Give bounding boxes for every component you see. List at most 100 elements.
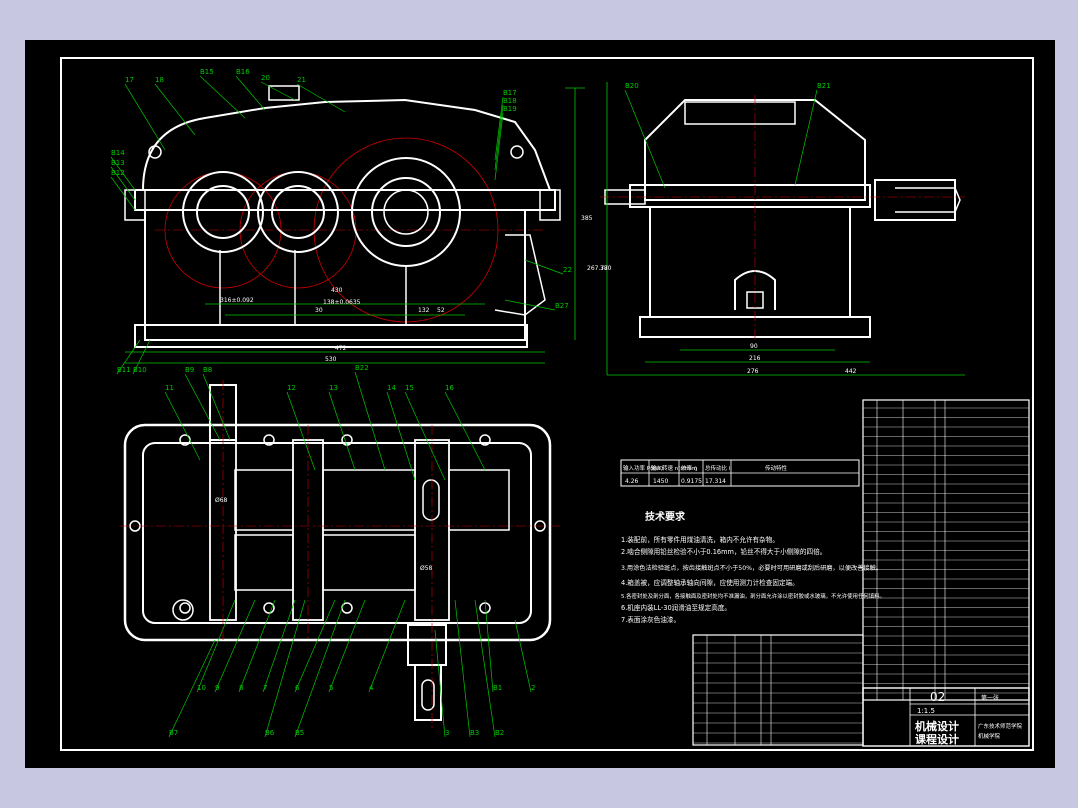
drawing-scale: 1:1.5 [917, 707, 935, 715]
top-label-16: B5 [295, 729, 304, 737]
front-label-9: B14 [111, 149, 125, 157]
top-label-18: 4 [369, 684, 374, 692]
side-view [600, 82, 965, 376]
front-dim-2: 138±0.0635 [323, 299, 361, 306]
front-label-14: 22 [563, 266, 572, 274]
school-sub: 机械学院 [978, 732, 1001, 740]
top-label-0: 11 [165, 384, 174, 392]
title-block: 02 1:1.5 第一张 机械设计 课程设计 广东技术师范学院 机械学院 [862, 687, 1030, 747]
top-label-3: 12 [287, 384, 296, 392]
top-label-13: 7 [263, 684, 267, 692]
top-label-21: B2 [495, 729, 504, 737]
top-dim-0: Ø58 [420, 565, 433, 572]
tech-req-5: 5.各密封处及剖分面，各接触面及密封处均不准漏油，剖分面允许涂以密封胶或水玻璃，… [621, 592, 885, 600]
front-label-11: B12 [111, 169, 125, 177]
side-dim-0: 90 [750, 343, 758, 350]
parts-list-right [862, 399, 1030, 701]
front-dim-7: 530 [325, 356, 337, 363]
tech-req-6: 6.机座内装LL-30润滑油至规定高度。 [621, 603, 731, 612]
side-label-0: B20 [625, 82, 639, 90]
top-label-23-leader [514, 619, 532, 693]
side-dim-3: 442 [845, 368, 857, 375]
top-label-21-leader [474, 599, 496, 738]
front-label-0: 17 [125, 76, 134, 84]
front-label-10: B13 [111, 159, 125, 167]
front-dim-4: 30 [315, 307, 323, 314]
top-label-12: 8 [239, 684, 243, 692]
top-dim-1: Ø68 [215, 497, 228, 504]
tech-req-2: 2.啮合侧隙用铅丝检验不小于0.16mm，铅丝不得大于小侧隙的四倍。 [621, 547, 826, 556]
top-label-2: B8 [203, 366, 212, 374]
top-label-1-leader [184, 373, 221, 441]
front-label-6-leader [494, 96, 504, 161]
top-label-9-leader [196, 599, 236, 693]
top-label-6: 14 [387, 384, 396, 392]
top-label-1: B9 [185, 366, 194, 374]
param-value-3: 0.9175 [681, 478, 702, 485]
front-label-14-leader [524, 259, 564, 275]
side-dim-1: 216 [749, 355, 761, 362]
top-label-5-leader [354, 371, 386, 471]
front-label-11-leader [110, 176, 136, 211]
school-name: 广东技术师范学院 [978, 722, 1023, 730]
top-label-3-leader [286, 391, 316, 471]
drawing-number: 02 [930, 690, 945, 704]
front-label-6: B17 [503, 89, 517, 97]
front-label-3: B16 [236, 68, 250, 76]
front-label-5-leader [296, 83, 346, 113]
tech-req-1: 1.装配前，所有零件用煤油清洗，箱内不允许有杂物。 [621, 535, 779, 544]
side-label-1: B21 [817, 82, 831, 90]
front-label-2: B15 [200, 68, 214, 76]
front-label-12: B11 [117, 366, 131, 374]
top-label-17-leader [328, 599, 366, 693]
front-dim-1: 430 [331, 287, 343, 294]
title-line-2: 课程设计 [915, 732, 959, 746]
top-label-7: 15 [405, 384, 414, 392]
param-value-4: 17.314 [705, 478, 726, 485]
parts-list-bottom [692, 634, 864, 746]
front-dim-5: 52 [437, 307, 445, 314]
param-header-4: 总传动比 i [705, 464, 731, 472]
top-label-11: 9 [215, 684, 219, 692]
top-label-17: 5 [329, 684, 333, 692]
front-label-13: B10 [133, 366, 147, 374]
param-header-5: 传动特性 [765, 464, 788, 472]
side-label-1-leader [794, 89, 818, 186]
top-label-2-leader [202, 373, 231, 441]
param-value-2: 1450 [653, 478, 668, 485]
side-dim-4: 380 [600, 265, 612, 272]
top-label-18-leader [368, 599, 406, 693]
top-label-20: B3 [470, 729, 479, 737]
drawing-border [60, 57, 1034, 751]
drawing-canvas: 17 18B15 B1620 21B17B18B19B14B13B12B11 B1022… [60, 57, 1034, 751]
front-label-8-leader [494, 112, 504, 181]
top-label-12-leader [238, 599, 276, 693]
side-dim-2: 276 [747, 368, 759, 375]
param-header-3: 效率 η [681, 464, 698, 472]
front-label-4: 20 [261, 74, 270, 82]
front-dim-0: 316±0.092 [220, 297, 254, 304]
front-label-15: B27 [555, 302, 569, 310]
top-label-19: 3 [445, 729, 449, 737]
top-label-14: B6 [265, 729, 275, 737]
tech-req-title: 技术要求 [645, 510, 686, 523]
tech-param-table: 输入功率 P(kW) 输入转速 n(r/min) 效率 η 总传动比 i 传动特… [620, 459, 860, 487]
top-label-11-leader [214, 599, 256, 693]
top-label-8-leader [444, 391, 486, 471]
param-value-1: 4.26 [625, 478, 639, 485]
cad-drawing-viewport[interactable]: 17 18 B15 B16 20 21 B17 B18 B19 B14 B13 B12 B11 B10 22… [25, 40, 1055, 768]
top-label-4-leader [328, 391, 356, 471]
front-label-8: B19 [503, 105, 517, 113]
tech-req-3: 3.用涂色法检验斑点，按齿接触斑点不小于50%，必要时可用研磨或刮后研磨，以便改… [621, 564, 882, 572]
tech-req-4: 4.箱盖被，应调整轴承轴向间隙，应使用测力计检查固定端。 [621, 578, 799, 587]
front-label-15-leader [504, 299, 556, 311]
top-label-22: B1 [493, 684, 502, 692]
title-line-1: 机械设计 [915, 719, 959, 733]
top-label-8: 16 [445, 384, 454, 392]
front-label-7: B18 [503, 97, 517, 105]
front-label-5: 21 [297, 76, 306, 84]
top-label-15: 6 [295, 684, 300, 692]
front-dim-6: 472 [335, 345, 347, 352]
top-label-23: 2 [531, 684, 535, 692]
front-label-1: 18 [155, 76, 164, 84]
